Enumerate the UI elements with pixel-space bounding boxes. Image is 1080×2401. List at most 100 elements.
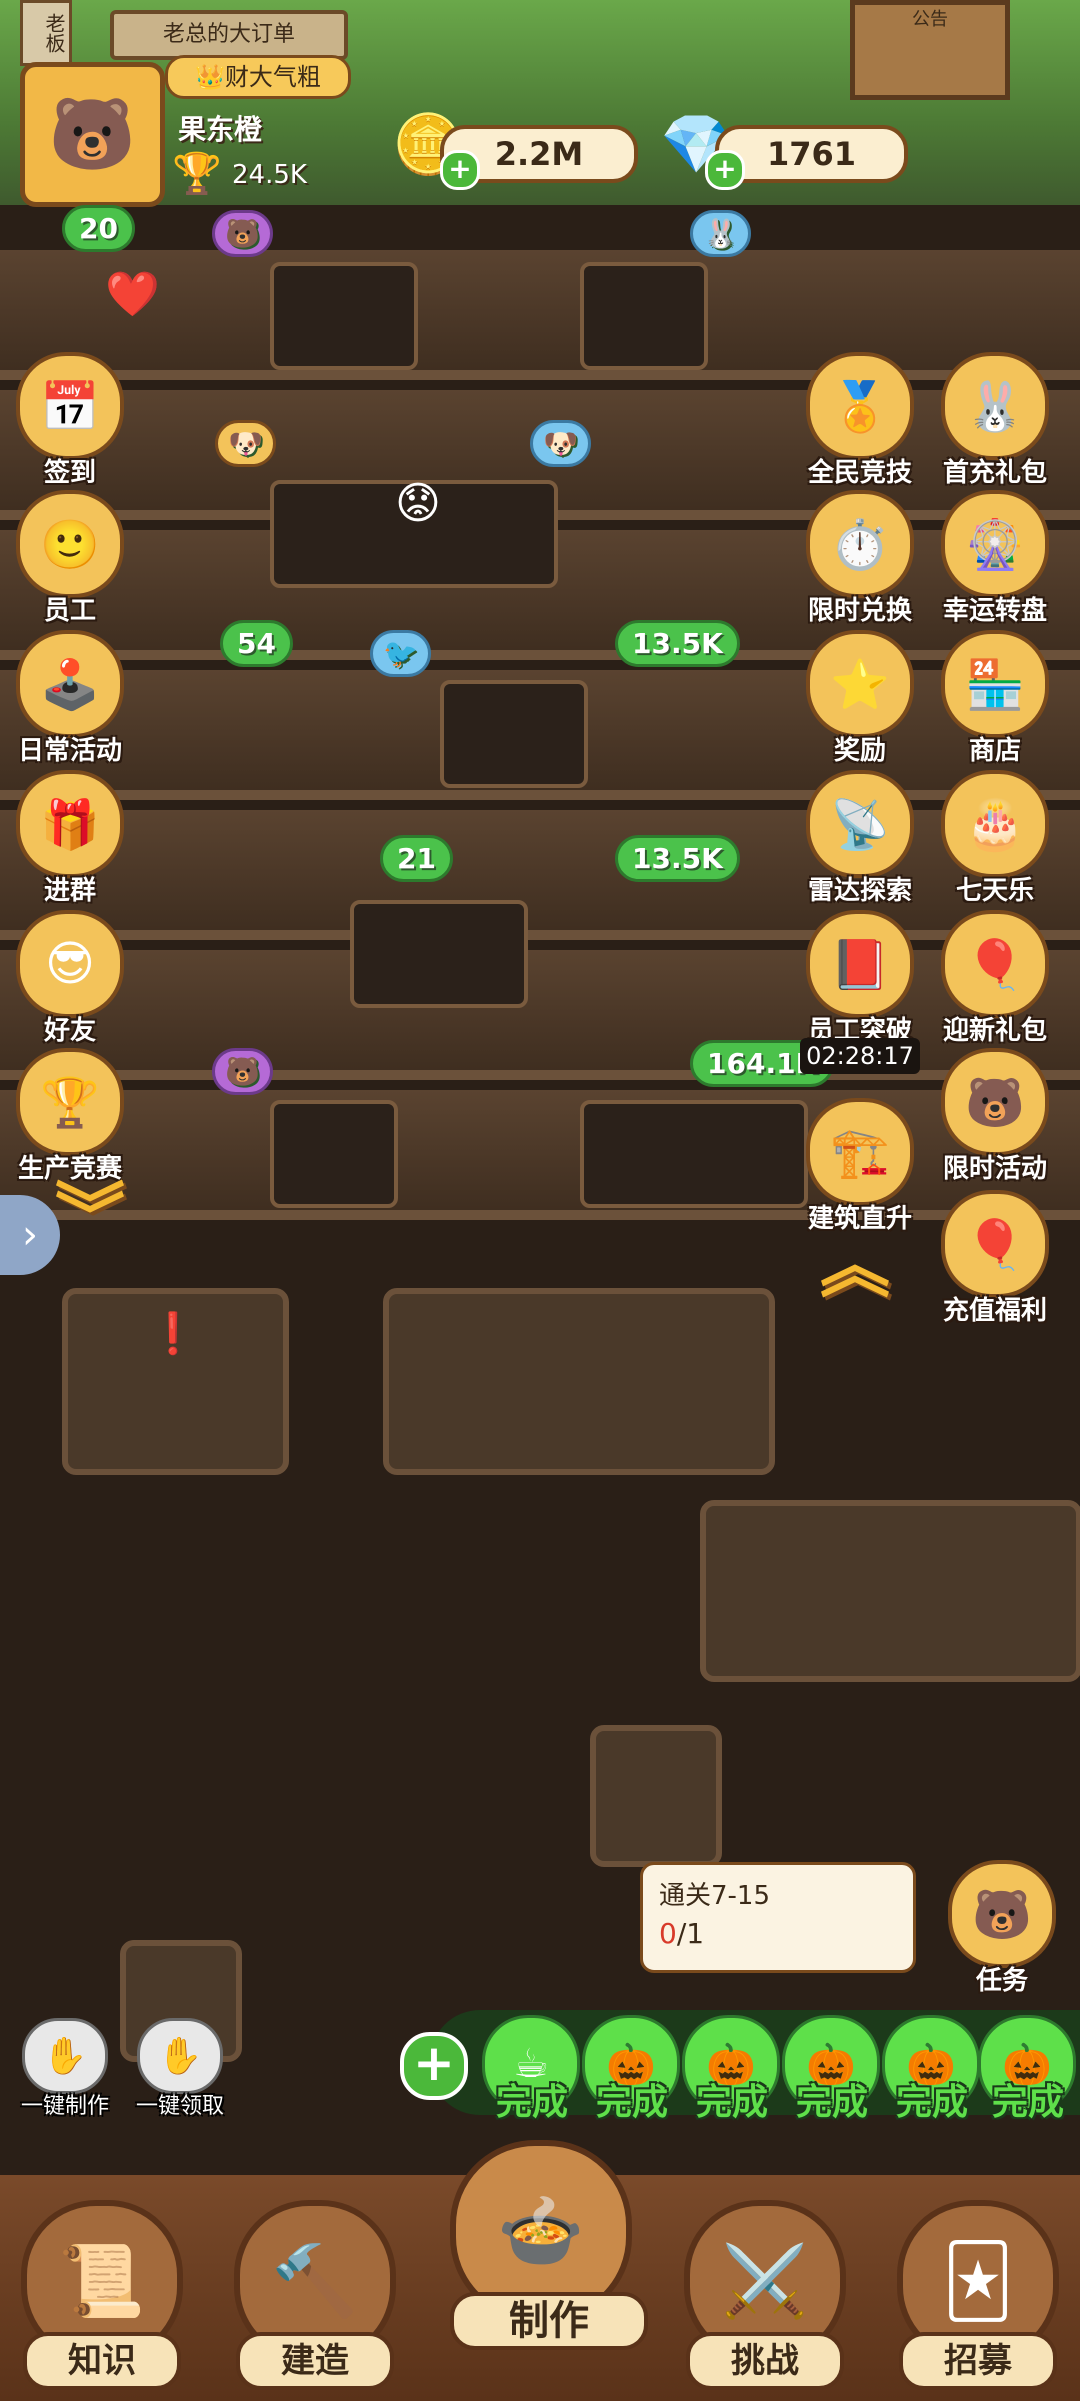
make-all-button[interactable]: ✋ 一键制作 — [10, 2018, 120, 2120]
title-badge[interactable]: 👑财大气粗 — [165, 55, 351, 99]
staff-thought-bubble[interactable]: 🐶 — [530, 420, 591, 467]
nav-challenge[interactable]: ⚔️ 挑战 — [675, 2200, 855, 2390]
collapse-left-chevron-icon[interactable]: ︾ — [55, 1160, 125, 1261]
first-recharge-button[interactable]: 🐰 首充礼包 — [935, 352, 1055, 489]
recharge-bonus-button[interactable]: 🎈 充值福利 — [935, 1190, 1055, 1327]
friends-button[interactable]: 😎 好友 — [10, 910, 130, 1047]
notice-board[interactable]: 公告 — [850, 0, 1010, 100]
floor-reward-bubble[interactable]: 20 — [62, 205, 135, 252]
room-shop[interactable] — [270, 1100, 398, 1208]
player-name: 果东橙 — [178, 113, 263, 146]
queue-status: 完成 — [895, 2082, 968, 2123]
queue-slot[interactable]: 🎃 完成 — [782, 2015, 882, 2125]
daily-activity-button[interactable]: 🕹️ 日常活动 — [10, 630, 130, 767]
floor-reward-bubble[interactable]: 13.5K — [615, 835, 740, 882]
staff-thought-bubble[interactable]: 🐦 — [370, 630, 431, 677]
staff-button[interactable]: 🙂 员工 — [10, 490, 130, 627]
building-icon: 🏗️ — [806, 1098, 914, 1206]
collapse-right-chevron-icon[interactable]: ︽ — [820, 1210, 890, 1311]
bear-avatar-icon: 🐻 — [48, 93, 137, 175]
limited-exchange-button[interactable]: ⏱️ 限时兑换 — [800, 490, 920, 627]
balloon-icon: 🎈 — [941, 1190, 1049, 1298]
crown-icon: 👑 — [195, 63, 225, 91]
friends-label: 好友 — [43, 1016, 96, 1046]
floor-reward-bubble[interactable]: 54 — [220, 620, 293, 667]
trophy-icon: 🏅 — [806, 352, 914, 460]
radar-icon: 📡 — [806, 770, 914, 878]
calendar-icon: 📅 — [16, 352, 124, 460]
pvp-button[interactable]: 🏅 全民竞技 — [800, 352, 920, 489]
welcome-pack-label: 迎新礼包 — [942, 1016, 1047, 1046]
join-group-label: 进群 — [43, 876, 96, 906]
floor-reward-bubble[interactable]: 13.5K — [615, 620, 740, 667]
room-shop[interactable] — [580, 262, 708, 370]
notice-label: 公告 — [912, 9, 948, 30]
queue-slot[interactable]: ☕ 完成 — [482, 2015, 582, 2125]
wheel-icon: 🎡 — [941, 490, 1049, 598]
gift-icon: 🎁 — [16, 770, 124, 878]
queue-slot[interactable]: 🎃 完成 — [582, 2015, 682, 2125]
recharge-bonus-label: 充值福利 — [942, 1296, 1047, 1326]
shop-label: 商店 — [968, 736, 1021, 766]
add-queue-slot-button[interactable]: + — [400, 2032, 468, 2100]
lucky-wheel-button[interactable]: 🎡 幸运转盘 — [935, 490, 1055, 627]
nav-recruit-label: 招募 — [899, 2332, 1057, 2390]
welcome-pack-button[interactable]: 🎈 迎新礼包 — [935, 910, 1055, 1047]
collect-all-label: 一键领取 — [135, 2094, 224, 2119]
room-stairs[interactable] — [440, 680, 588, 788]
shop-button[interactable]: 🏪 商店 — [935, 630, 1055, 767]
player-avatar[interactable]: 🐻 — [20, 62, 165, 207]
first-recharge-label: 首充礼包 — [942, 458, 1047, 488]
nav-recruit[interactable]: 🃏 招募 — [888, 2200, 1068, 2390]
seven-day-button[interactable]: 🎂 七天乐 — [935, 770, 1055, 907]
queue-status: 完成 — [495, 2082, 568, 2123]
collect-all-button[interactable]: ✋ 一键领取 — [125, 2018, 235, 2120]
add-coins-button[interactable]: + — [440, 150, 480, 190]
big-order-sign[interactable]: 老总的大订单 — [110, 10, 348, 60]
queue-slot[interactable]: 🎃 完成 — [682, 2015, 782, 2125]
bear-icon: 🐻 — [941, 1048, 1049, 1156]
glove-icon: ✋ — [137, 2018, 223, 2094]
task-button[interactable]: 🐻 任务 — [942, 1860, 1062, 1997]
join-group-button[interactable]: 🎁 进群 — [10, 770, 130, 907]
shop-icon: 🏪 — [941, 630, 1049, 738]
room-library[interactable] — [580, 1100, 808, 1208]
staff-thought-bubble[interactable]: 🐰 — [690, 210, 751, 257]
alert-icon[interactable]: ❗ — [148, 1310, 198, 1357]
floor-reward-bubble[interactable]: 21 — [380, 835, 453, 882]
make-all-label: 一键制作 — [20, 2094, 109, 2119]
task-label: 任务 — [975, 1966, 1028, 1996]
limited-event-button[interactable]: 🐻 限时活动 — [935, 1048, 1055, 1185]
room-stairs[interactable] — [270, 262, 418, 370]
add-gems-button[interactable]: + — [705, 150, 745, 190]
trophy-count: 24.5K — [232, 160, 307, 190]
nav-knowledge[interactable]: 📜 知识 — [12, 2200, 192, 2390]
radar-explore-button[interactable]: 📡 雷达探索 — [800, 770, 920, 907]
sign-in-button[interactable]: 📅 签到 — [10, 352, 130, 489]
room-pumpkin[interactable] — [350, 900, 528, 1008]
nav-craft-label: 制作 — [450, 2292, 648, 2350]
reward-button[interactable]: ⭐ 奖励 — [800, 630, 920, 767]
pvp-label: 全民竞技 — [807, 458, 912, 488]
staff-thought-bubble[interactable]: 🐻 — [212, 210, 273, 257]
reward-label: 奖励 — [833, 736, 886, 766]
dig-site[interactable] — [700, 1500, 1080, 1682]
cake-icon: 🎂 — [941, 770, 1049, 878]
task-progress: 0/1 — [659, 1917, 704, 1950]
dig-site[interactable] — [590, 1725, 722, 1867]
staff-thought-bubble[interactable]: 🐻 — [212, 1048, 273, 1095]
queue-slot[interactable]: 🎃 完成 — [882, 2015, 982, 2125]
mood-icon[interactable]: 😟 — [395, 478, 441, 529]
dig-site[interactable] — [383, 1288, 775, 1475]
daily-activity-label: 日常活动 — [17, 736, 122, 766]
queue-status: 完成 — [991, 2082, 1064, 2123]
title-badge-label: 财大气粗 — [224, 63, 321, 91]
staff-breakthrough-button[interactable]: 📕 员工突破 — [800, 910, 920, 1047]
heart-icon[interactable]: ❤️ — [105, 268, 160, 320]
task-tooltip[interactable]: 通关7-15 0/1 — [640, 1862, 916, 1973]
queue-slot[interactable]: 🎃 完成 — [978, 2015, 1078, 2125]
nav-craft[interactable]: 🍲 制作 — [450, 2140, 648, 2350]
nav-build[interactable]: 🔨 建造 — [225, 2200, 405, 2390]
welcome-icon: 🎈 — [941, 910, 1049, 1018]
staff-thought-bubble[interactable]: 🐶 — [215, 420, 276, 467]
